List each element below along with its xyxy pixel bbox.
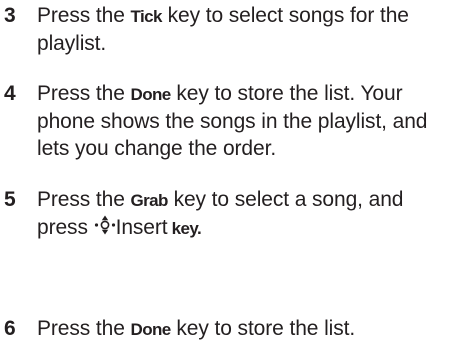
step-text: Press the Grab key to select a song, and… (37, 186, 453, 243)
step-number: 5 (4, 188, 16, 211)
step-text-part: Press the (37, 188, 131, 211)
step-text-part: Press the (37, 4, 131, 27)
step-text-part: Press the (37, 82, 131, 105)
step-text: Press the Done key to store the list. Yo… (37, 80, 453, 162)
step-text-part: Press the (37, 317, 131, 340)
step-number: 4 (4, 82, 16, 105)
grab-key-label: Grab (130, 191, 169, 210)
step-text: Press the Done key to store the list. (37, 315, 453, 343)
step-text-part: key to store the list. (170, 317, 356, 340)
navigation-key-icon (94, 214, 116, 243)
step-number: 3 (4, 4, 16, 27)
done-key-label: Done (130, 85, 172, 104)
step-text: Press the Tick key to select songs for t… (37, 2, 453, 57)
insert-key-label: key. (167, 219, 202, 238)
step-text-part: Insert (115, 216, 168, 239)
tick-key-label: Tick (130, 7, 163, 26)
done-key-label: Done (130, 320, 172, 339)
step-number: 6 (4, 317, 16, 340)
navigation-key-icon-graphic (94, 215, 115, 235)
